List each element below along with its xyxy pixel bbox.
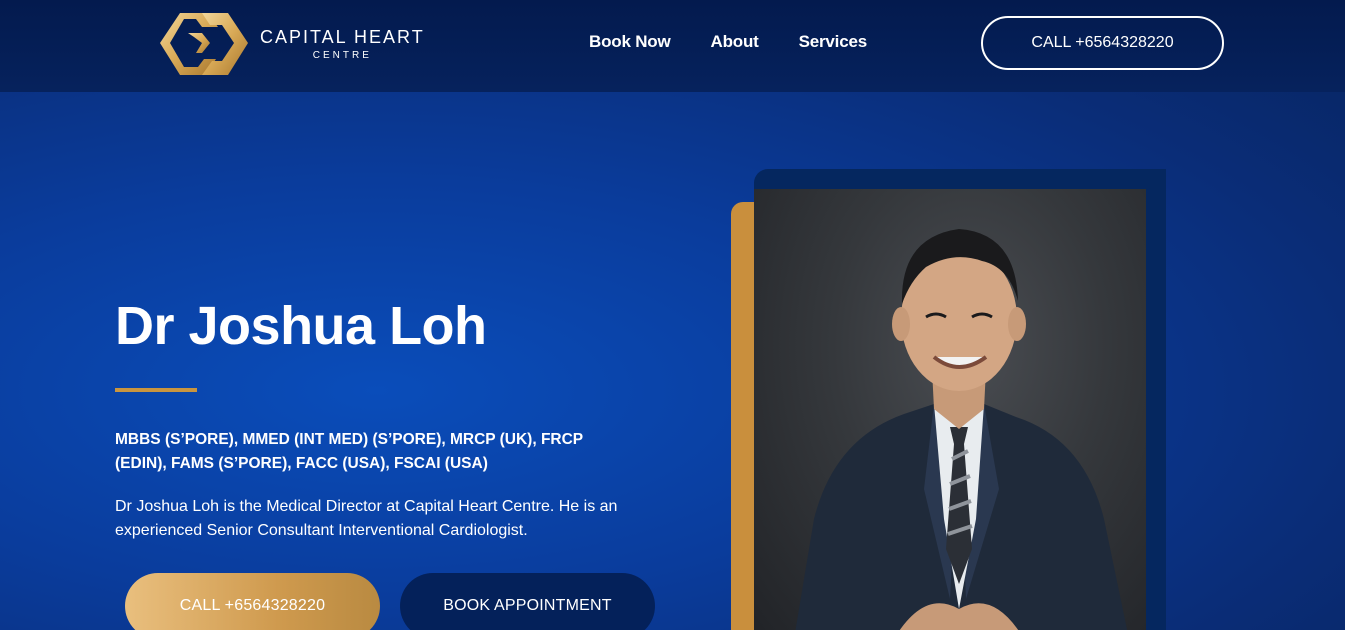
main-nav: Book Now About Services — [589, 32, 867, 52]
nav-about[interactable]: About — [711, 32, 759, 52]
title-divider — [115, 388, 197, 392]
logo-name: CAPITAL HEART — [260, 27, 425, 47]
doctor-portrait — [754, 189, 1146, 630]
logo-subname: CENTRE — [312, 50, 372, 61]
doctor-bio: Dr Joshua Loh is the Medical Director at… — [115, 498, 618, 539]
header-call-button[interactable]: CALL +6564328220 — [981, 16, 1224, 70]
capital-heart-logo-icon — [160, 13, 248, 75]
nav-book-now[interactable]: Book Now — [589, 32, 671, 52]
site-header: CAPITAL HEART CENTRE Book Now About Serv… — [0, 0, 1345, 92]
nav-services[interactable]: Services — [799, 32, 868, 52]
page-title: Dr Joshua Loh — [115, 296, 487, 356]
logo[interactable]: CAPITAL HEART CENTRE — [158, 9, 425, 79]
doctor-credentials: MBBS (S’PORE), MMED (INT MED) (S’PORE), … — [115, 431, 583, 472]
logo-text: CAPITAL HEART CENTRE — [260, 27, 425, 61]
hero-call-button[interactable]: CALL +6564328220 — [125, 573, 380, 630]
book-appointment-button[interactable]: BOOK APPOINTMENT — [400, 573, 655, 630]
doctor-portrait-illustration — [795, 229, 1128, 630]
